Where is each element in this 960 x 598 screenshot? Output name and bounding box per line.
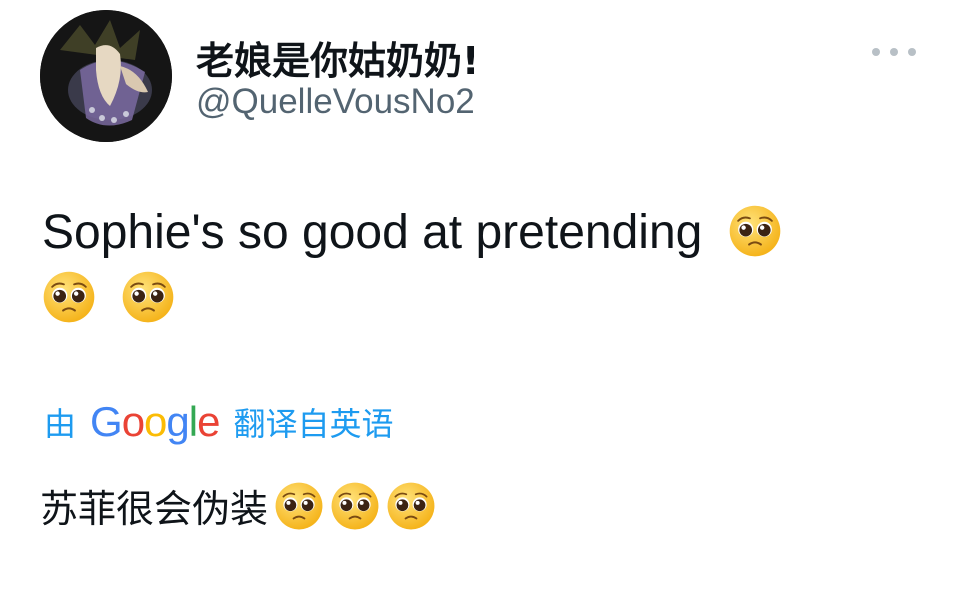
pleading-face-emoji (274, 481, 324, 531)
author-display-name[interactable]: 老娘是你姑奶奶! (196, 30, 479, 85)
google-logo: Google (90, 398, 220, 445)
translated-by-google[interactable]: 由 Google 翻译自英语 (44, 398, 393, 446)
pleading-face-emoji (121, 270, 175, 324)
tweet-text: Sophie's so good at pretending (42, 200, 902, 332)
dot (890, 48, 898, 56)
translated-text: 苏菲很会伪装 (40, 478, 436, 533)
translated-text-content: 苏菲很会伪装 (40, 487, 269, 531)
avatar[interactable] (40, 10, 172, 142)
author-handle[interactable]: @QuelleVousNo2 (196, 82, 475, 122)
pleading-face-emoji (386, 481, 436, 531)
tweet-text-content: Sophie's so good at pretending (42, 206, 703, 259)
pleading-face-emoji (728, 204, 782, 258)
dot (908, 48, 916, 56)
translation-prefix: 由 (44, 405, 77, 443)
translation-suffix: 翻译自英语 (233, 405, 394, 443)
pleading-face-emoji (330, 481, 380, 531)
dot (872, 48, 880, 56)
pleading-face-emoji (42, 270, 96, 324)
more-options-icon[interactable] (872, 40, 916, 64)
